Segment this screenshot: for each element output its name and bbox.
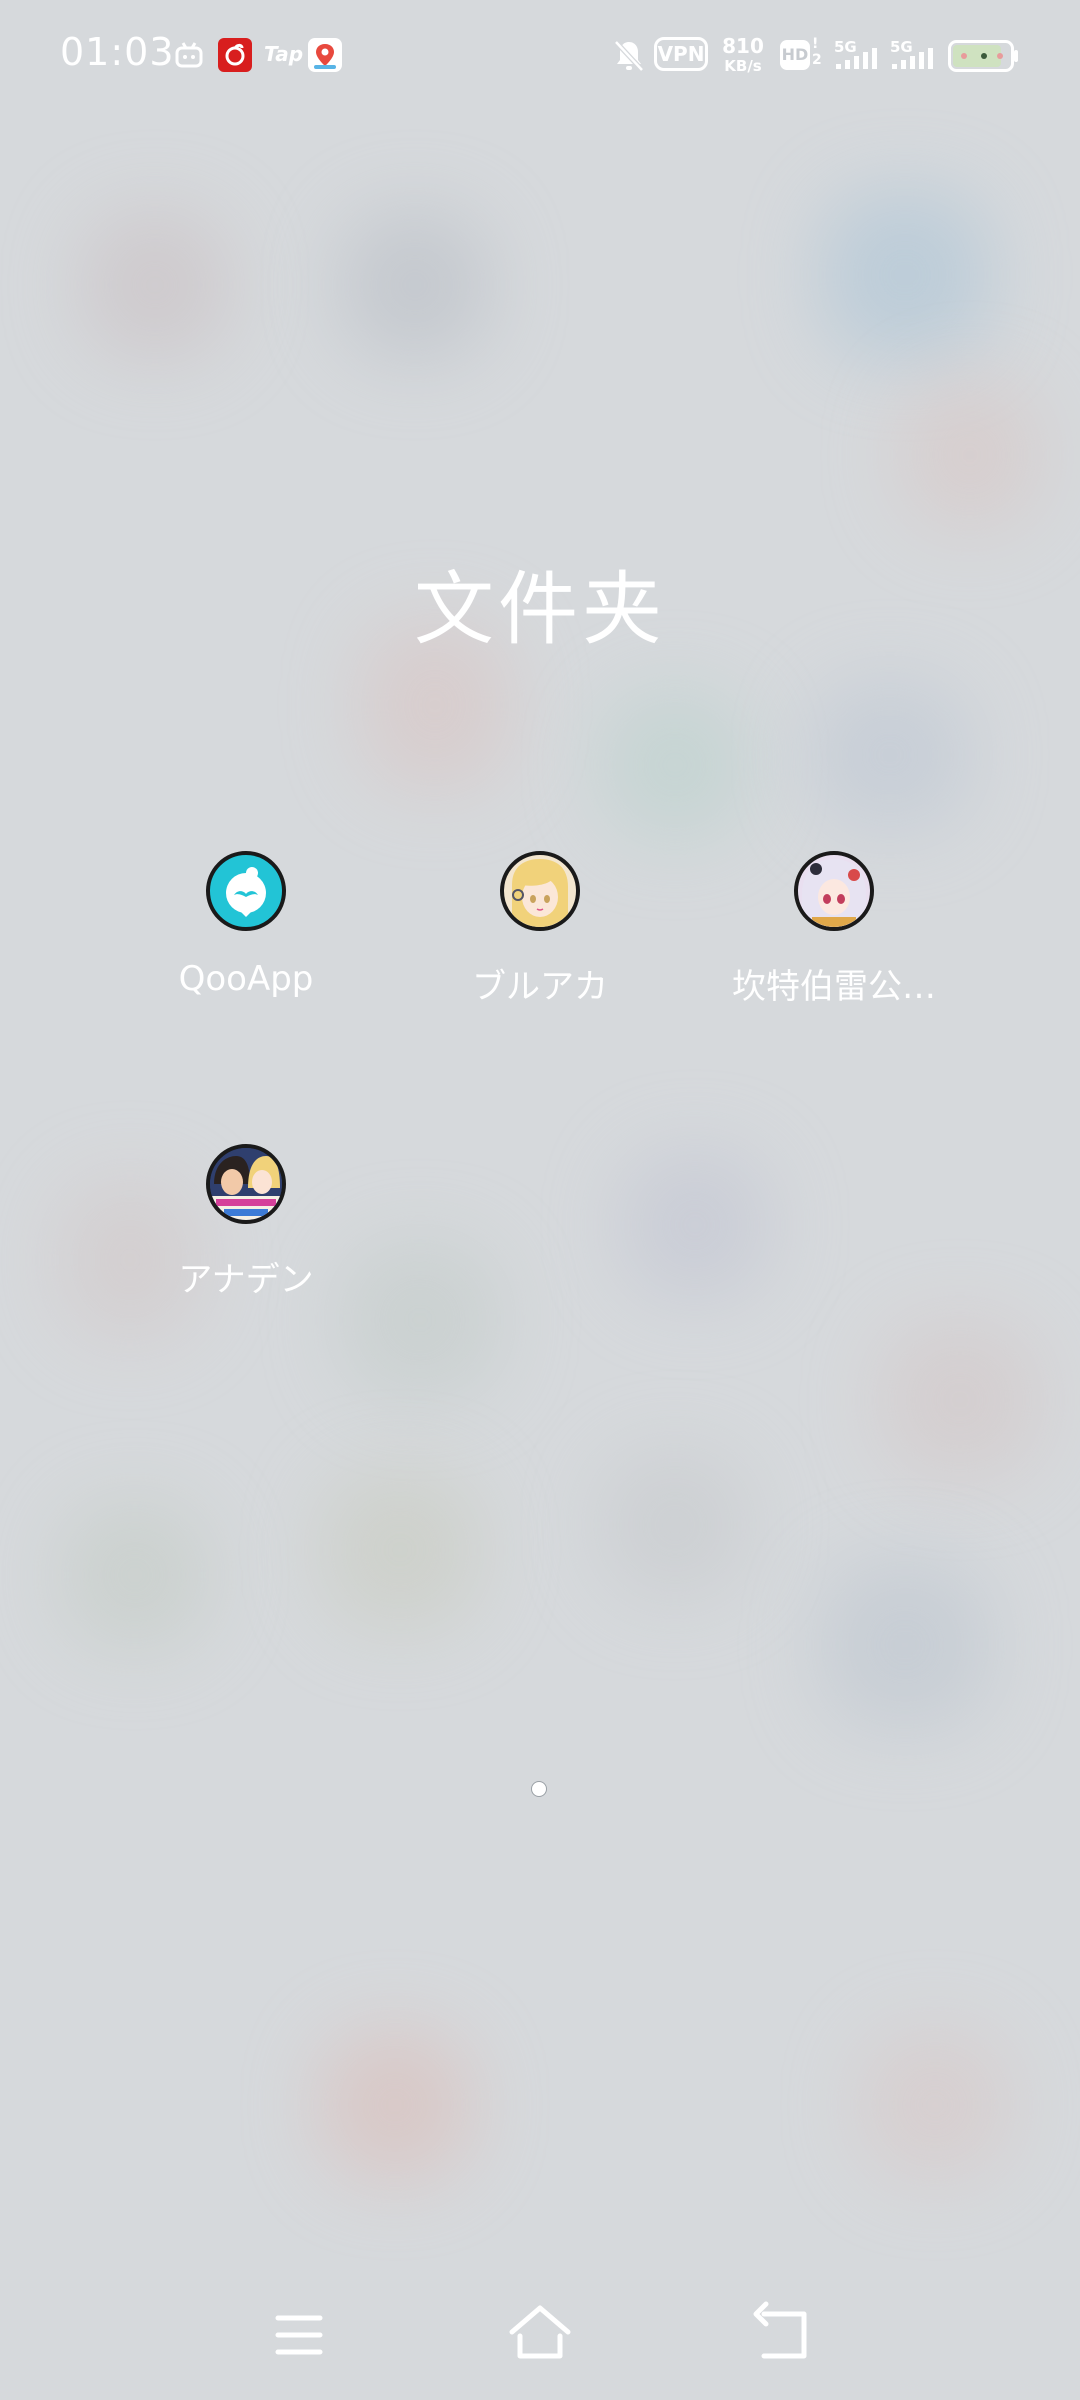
qooapp-icon <box>206 851 286 931</box>
menu-button[interactable] <box>254 2290 344 2380</box>
battery-icon <box>948 40 1020 76</box>
taptap-icon: Tap <box>264 42 304 66</box>
vpn-badge: VPN <box>654 37 708 71</box>
app-label: アナデン <box>178 1260 314 1300</box>
clock: 01:03 <box>60 30 175 74</box>
bluearchive-icon <box>500 851 580 931</box>
app-label: 坎特伯雷公… <box>732 967 936 1007</box>
menu-icon <box>275 2315 323 2355</box>
app-canterbury[interactable]: 坎特伯雷公… <box>704 851 964 1008</box>
hd-sim-indicator: ! 2 <box>812 36 822 68</box>
home-icon <box>509 2305 571 2359</box>
home-button[interactable] <box>495 2290 585 2380</box>
app-bluearchive[interactable]: ブルアカ <box>410 851 670 1008</box>
canterbury-game-icon <box>794 851 874 931</box>
folder-title[interactable]: 文件夹 <box>0 545 1080 661</box>
app-label: ブルアカ <box>472 967 608 1007</box>
navigation-bar <box>0 2290 1080 2380</box>
page-indicator-dot <box>531 1781 547 1797</box>
silent-bell-icon <box>612 38 646 78</box>
netease-music-icon <box>218 38 252 76</box>
status-bar: 01:03 Tap VPN 810 KB/s HD ! 2 5G 5G <box>0 0 1080 112</box>
bilibili-icon <box>174 40 204 74</box>
map-pin-app-icon <box>308 38 342 76</box>
anothereden-icon <box>206 1144 286 1224</box>
back-icon <box>753 2301 807 2359</box>
volte-hd-icon: HD <box>780 40 810 70</box>
back-button[interactable] <box>736 2290 826 2380</box>
app-label: QooApp <box>178 959 314 999</box>
app-qooapp[interactable]: QooApp <box>116 851 376 999</box>
app-anothereden[interactable]: アナデン <box>116 1144 376 1301</box>
network-speed: 810 KB/s <box>722 34 764 75</box>
